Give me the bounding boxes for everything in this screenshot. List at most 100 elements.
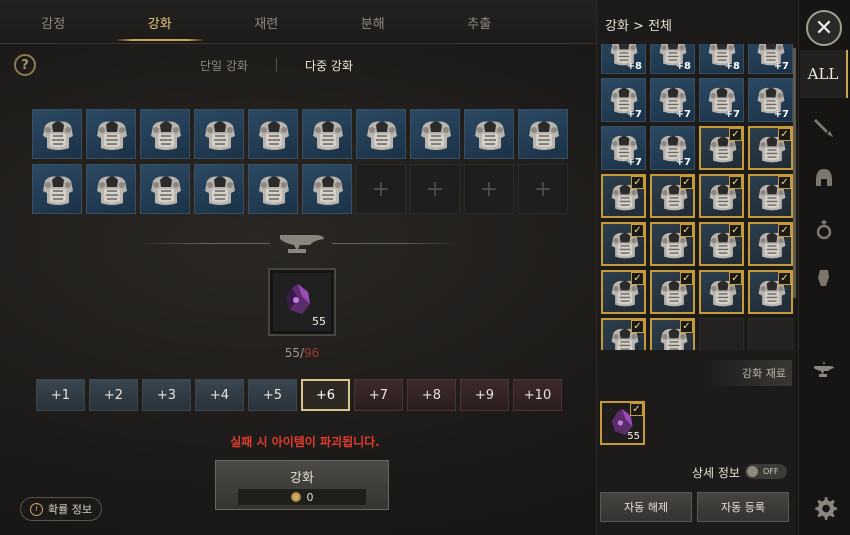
enhance-item-slot[interactable] <box>86 164 136 214</box>
inventory-empty-slot[interactable] <box>699 318 744 350</box>
inventory-item-slot[interactable]: +7 <box>601 78 646 122</box>
enhance-item-slot[interactable] <box>518 109 568 159</box>
empty-item-slot[interactable]: + <box>518 164 568 214</box>
inventory-item-slot[interactable]: +8 <box>601 44 646 74</box>
level-button[interactable]: +5 <box>248 379 297 411</box>
ring-icon[interactable] <box>812 218 836 242</box>
empty-item-slot[interactable]: + <box>464 164 514 214</box>
material-slot[interactable]: 55 <box>268 268 336 336</box>
inventory-scrollbar[interactable] <box>793 48 796 298</box>
add-slot-icon: + <box>533 176 553 202</box>
helmet-icon[interactable] <box>812 166 836 190</box>
enhance-item-slot[interactable] <box>356 109 406 159</box>
level-button[interactable]: +3 <box>142 379 191 411</box>
inventory-item-slot[interactable]: ✓ <box>650 270 695 314</box>
inventory-item-slot[interactable]: +7 <box>699 78 744 122</box>
empty-item-slot[interactable]: + <box>356 164 406 214</box>
inventory-item-slot[interactable]: ✓ <box>699 126 744 170</box>
close-button[interactable]: ✕ <box>806 10 842 46</box>
inventory-item-slot[interactable]: ✓ <box>748 174 793 218</box>
inventory-item-slot[interactable]: +7 <box>601 126 646 170</box>
enhance-item-slot[interactable] <box>86 109 136 159</box>
tab-single-enhance[interactable]: 단일 강화 <box>200 57 248 74</box>
inventory-item-slot[interactable]: ✓ <box>699 222 744 266</box>
armor-icon <box>313 121 343 150</box>
inventory-item-slot[interactable]: ✓ <box>601 174 646 218</box>
filter-all-tab[interactable]: ALL <box>800 50 848 98</box>
inventory-item-slot[interactable]: +7 <box>748 44 793 74</box>
inventory-item-slot[interactable]: ✓ <box>748 126 793 170</box>
enhance-item-slot[interactable] <box>140 164 190 214</box>
divider-left <box>140 243 270 244</box>
armor-icon <box>475 121 505 150</box>
level-button[interactable]: +8 <box>407 379 456 411</box>
item-level: +7 <box>724 109 740 120</box>
tab-multi-enhance[interactable]: 다중 강화 <box>305 57 353 74</box>
toggle-state: OFF <box>763 467 779 476</box>
inventory-item-slot[interactable]: +7 <box>650 126 695 170</box>
enhance-item-slot[interactable] <box>248 109 298 159</box>
help-icon[interactable]: ? <box>14 54 36 76</box>
enhance-item-slot[interactable] <box>32 164 82 214</box>
inventory-item-slot[interactable]: +7 <box>650 78 695 122</box>
anvil-category-icon[interactable] <box>812 358 836 382</box>
level-button[interactable]: +2 <box>89 379 138 411</box>
enhance-item-slot[interactable] <box>464 109 514 159</box>
tab-disassemble[interactable]: 분해 <box>320 0 427 44</box>
enhance-button[interactable]: 강화 0 <box>215 460 389 510</box>
inventory-item-slot[interactable]: ✓ <box>699 270 744 314</box>
inventory-item-slot[interactable]: +7 <box>748 78 793 122</box>
armor-icon <box>205 121 235 150</box>
detail-info-toggle[interactable]: OFF <box>745 464 787 479</box>
level-button[interactable]: +9 <box>460 379 509 411</box>
inventory-item-slot[interactable]: ✓ <box>748 222 793 266</box>
top-tabs: 감정 강화 재련 분해 추출 <box>0 0 596 44</box>
level-button[interactable]: +6 <box>301 379 350 411</box>
item-level: +8 <box>675 61 691 72</box>
armor-icon <box>259 176 289 205</box>
subtab-divider <box>275 58 277 72</box>
armor-icon <box>367 121 397 150</box>
sword-icon[interactable] <box>812 116 836 140</box>
tab-refine[interactable]: 재련 <box>213 0 320 44</box>
auto-register-button[interactable]: 자동 등록 <box>697 492 789 522</box>
enhance-item-slot[interactable] <box>248 164 298 214</box>
gear-icon[interactable] <box>812 495 838 521</box>
enhance-item-slot[interactable] <box>302 109 352 159</box>
level-button[interactable]: +1 <box>36 379 85 411</box>
inventory-item-slot[interactable]: +8 <box>699 44 744 74</box>
tab-extract[interactable]: 추출 <box>426 0 533 44</box>
glove-icon[interactable] <box>812 266 836 290</box>
inventory-item-slot[interactable]: ✓ <box>601 270 646 314</box>
target-level-buttons: +1 +2 +3 +4 +5 +6 +7 +8 +9 +10 <box>36 379 562 411</box>
inventory-item-slot[interactable]: ✓ <box>699 174 744 218</box>
enhance-item-slot[interactable] <box>194 109 244 159</box>
inventory-item-slot[interactable]: ✓ <box>748 270 793 314</box>
enhance-item-slot[interactable] <box>410 109 460 159</box>
enhance-item-slot[interactable] <box>302 164 352 214</box>
inventory-item-slot[interactable]: ✓ <box>650 174 695 218</box>
inventory-item-slot[interactable]: ✓ <box>650 318 695 350</box>
detail-info-label: 상세 정보 <box>692 466 740 480</box>
enhance-item-slot[interactable] <box>32 109 82 159</box>
tab-appraise[interactable]: 감정 <box>0 0 107 44</box>
empty-item-slot[interactable]: + <box>410 164 460 214</box>
inventory-material-slot[interactable]: ✓ 55 <box>600 401 645 445</box>
enhance-item-slot[interactable] <box>140 109 190 159</box>
inventory-item-slot[interactable]: ✓ <box>601 222 646 266</box>
armor-icon <box>421 121 451 150</box>
auto-release-button[interactable]: 자동 해제 <box>600 492 692 522</box>
inventory-empty-slot[interactable] <box>748 318 793 350</box>
inventory-item-slot[interactable]: +8 <box>650 44 695 74</box>
check-icon: ✓ <box>631 224 644 237</box>
level-button[interactable]: +4 <box>195 379 244 411</box>
inventory-item-slot[interactable]: ✓ <box>650 222 695 266</box>
enhance-item-slot[interactable] <box>194 164 244 214</box>
level-button[interactable]: +7 <box>354 379 403 411</box>
probability-info-button[interactable]: i 확률 정보 <box>20 497 102 521</box>
level-button[interactable]: +10 <box>513 379 562 411</box>
enhance-cost: 0 <box>238 489 366 505</box>
tab-enhance[interactable]: 강화 <box>107 0 214 44</box>
inventory-item-slot[interactable]: ✓ <box>601 318 646 350</box>
check-icon: ✓ <box>631 176 644 189</box>
